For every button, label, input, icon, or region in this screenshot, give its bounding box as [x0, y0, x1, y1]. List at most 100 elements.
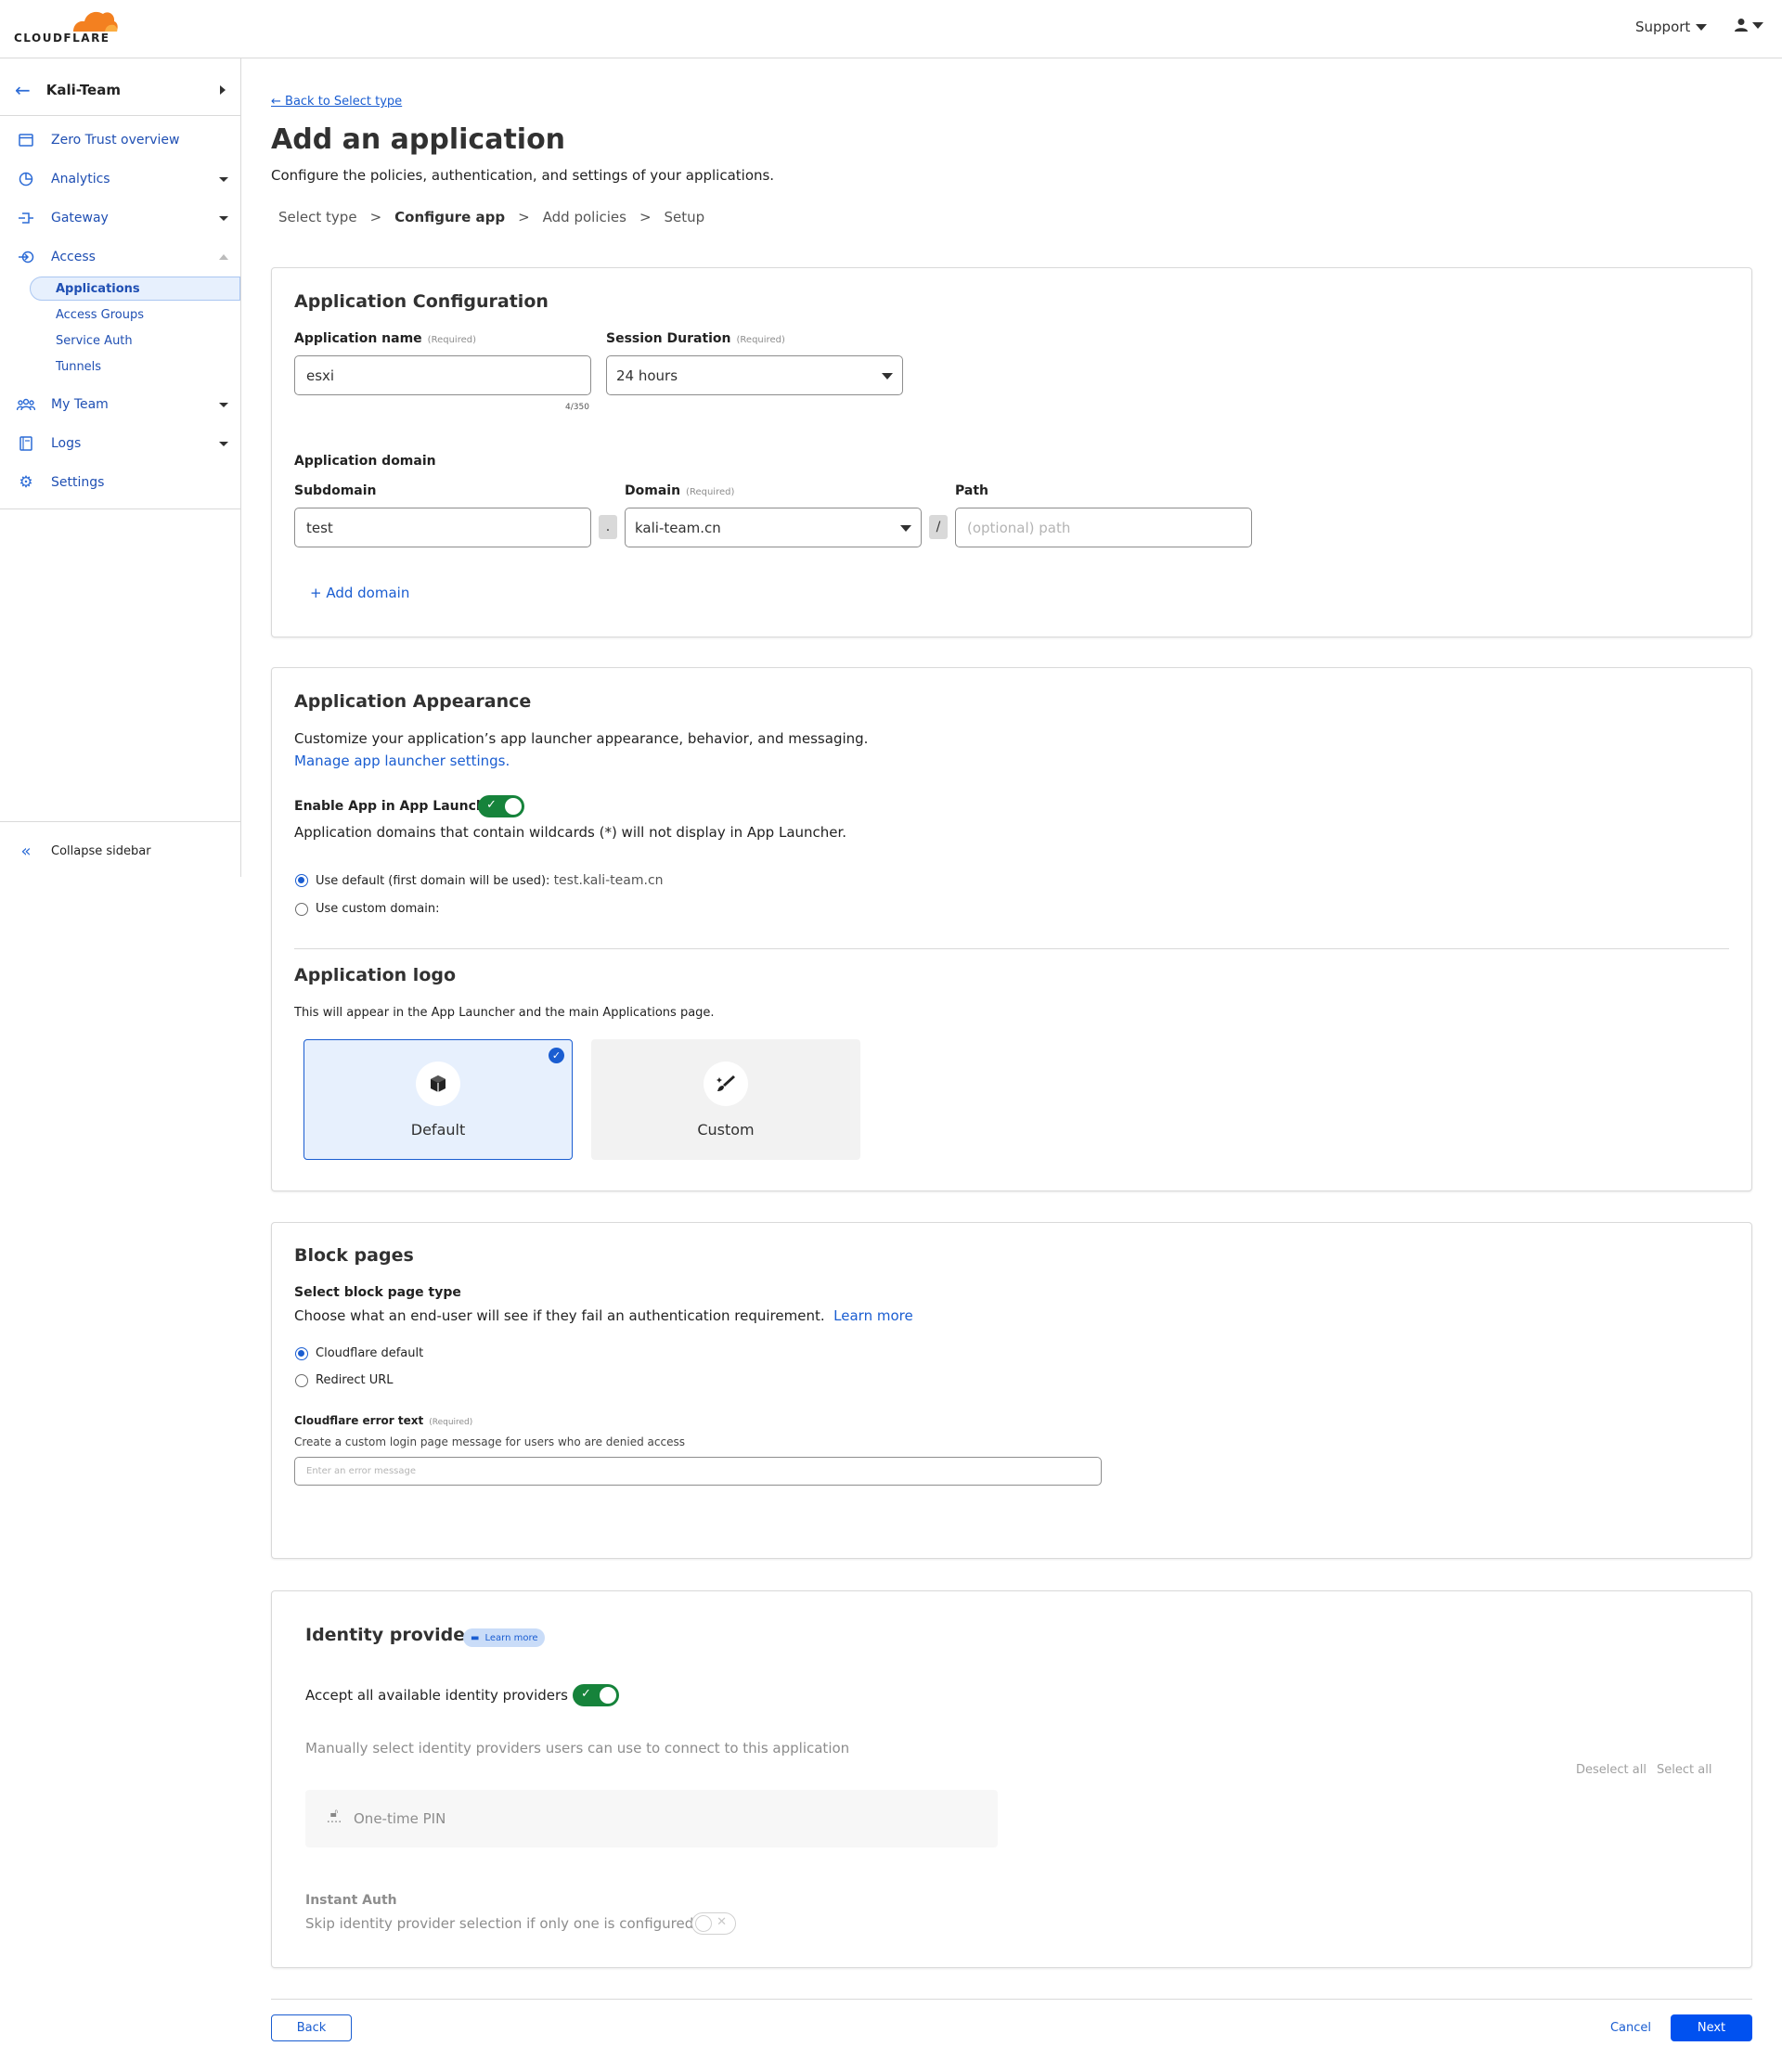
sidebar-item-gateway[interactable]: Gateway	[0, 204, 240, 232]
required-tag: (Required)	[686, 487, 735, 497]
chevron-down-icon	[219, 441, 228, 446]
application-appearance-card: Application Appearance Customize your ap…	[271, 667, 1752, 1191]
pin-lock-icon: 🔓︎ ····	[326, 1807, 342, 1830]
sidebar-item-logs[interactable]: Logs	[0, 430, 240, 457]
use-default-domain-radio[interactable]	[295, 874, 308, 887]
account-switcher[interactable]: ← Kali-Team	[0, 71, 240, 109]
back-arrow-icon[interactable]: ←	[15, 79, 31, 101]
identity-providers-card: Identity providers ▬ Learn more Accept a…	[271, 1590, 1752, 1968]
logo-option-custom[interactable]: Custom	[591, 1039, 860, 1160]
subdomain-input[interactable]: test	[294, 508, 591, 547]
back-to-select-type-link[interactable]: ← Back to Select type	[271, 95, 402, 109]
chevron-right-icon	[220, 85, 226, 95]
application-domain-heading: Application domain	[294, 454, 436, 469]
sidebar-subitem-tunnels[interactable]: Tunnels	[30, 354, 101, 379]
domain-label: Domain (Required)	[625, 483, 735, 498]
learn-more-badge[interactable]: ▬ Learn more	[463, 1628, 546, 1647]
use-custom-domain-label: Use custom domain:	[316, 902, 440, 916]
chevron-down-icon	[219, 402, 228, 407]
gateway-icon	[17, 209, 35, 227]
logs-icon	[17, 434, 35, 453]
support-menu[interactable]: Support	[1635, 19, 1708, 35]
application-logo-title: Application logo	[294, 965, 457, 985]
sidebar-subitem-service-auth[interactable]: Service Auth	[30, 328, 133, 353]
redirect-url-label: Redirect URL	[316, 1373, 394, 1387]
path-label: Path	[955, 483, 988, 498]
collapse-sidebar-button[interactable]: « Collapse sidebar	[0, 837, 240, 865]
learn-more-label: Learn more	[484, 1632, 538, 1643]
toggle-knob	[505, 798, 522, 815]
manage-app-launcher-link[interactable]: Manage app launcher settings.	[294, 753, 510, 769]
idp-label: One-time PIN	[354, 1810, 446, 1827]
double-chevron-left-icon: «	[20, 841, 32, 861]
page-title: Add an application	[271, 123, 566, 156]
toggle-knob	[600, 1687, 616, 1704]
cancel-button[interactable]: Cancel	[1602, 2014, 1659, 2041]
logo-option-default[interactable]: Default ✓	[303, 1039, 573, 1160]
application-name-input[interactable]: esxi	[294, 355, 591, 395]
input-placeholder: (optional) path	[967, 519, 1071, 536]
add-domain-button[interactable]: + Add domain	[310, 585, 409, 601]
step-add-policies: Add policies	[542, 209, 626, 225]
error-text-input[interactable]: Enter an error message	[294, 1457, 1102, 1486]
accept-all-idp-toggle[interactable]: ✓	[573, 1684, 619, 1706]
selected-check-icon: ✓	[549, 1048, 564, 1063]
required-tag: (Required)	[427, 335, 476, 345]
cube-icon	[416, 1061, 460, 1106]
step-select-type: Select type	[278, 209, 357, 225]
next-button[interactable]: Next	[1671, 2014, 1752, 2041]
error-text-label: Cloudflare error text (Required)	[294, 1414, 473, 1427]
paintbrush-icon	[704, 1061, 748, 1106]
idp-item-one-time-pin[interactable]: 🔓︎ ···· One-time PIN	[305, 1790, 998, 1847]
sidebar-item-access[interactable]: Access	[0, 243, 240, 271]
enable-app-launcher-label: Enable App in App Launcher	[294, 799, 501, 814]
session-duration-select[interactable]: 24 hours	[606, 355, 903, 395]
user-menu[interactable]	[1734, 18, 1763, 32]
chevron-down-icon	[900, 524, 911, 532]
chevron-down-icon	[219, 215, 228, 221]
sidebar-item-label: My Team	[51, 397, 109, 412]
application-configuration-card: Application Configuration Application na…	[271, 267, 1752, 637]
application-name-label: Application name (Required)	[294, 331, 476, 346]
instant-auth-toggle[interactable]: ✕	[691, 1912, 736, 1935]
sidebar-item-label: Applications	[56, 281, 140, 296]
sidebar-item-analytics[interactable]: Analytics	[0, 165, 240, 193]
select-all-button[interactable]: Select all	[1657, 1763, 1711, 1777]
cloud-icon	[73, 11, 118, 32]
appearance-description: Customize your application’s app launche…	[294, 730, 869, 747]
select-value: kali-team.cn	[635, 519, 721, 536]
divider	[0, 508, 240, 509]
user-icon	[1735, 19, 1748, 32]
path-input[interactable]: (optional) path	[955, 508, 1252, 547]
account-name: Kali-Team	[45, 82, 121, 98]
enable-app-launcher-toggle[interactable]: ✓	[478, 795, 524, 817]
section-title: Block pages	[294, 1245, 414, 1266]
domain-select[interactable]: kali-team.cn	[625, 508, 922, 547]
cloudflare-logo[interactable]: CLOUDFLARE	[13, 7, 118, 45]
char-counter: 4/350	[565, 403, 589, 412]
sidebar-subitem-applications[interactable]: Applications	[30, 277, 240, 301]
sidebar-item-label: Zero Trust overview	[51, 133, 180, 148]
step-setup: Setup	[664, 209, 705, 225]
redirect-url-radio[interactable]	[295, 1374, 308, 1387]
back-button[interactable]: Back	[271, 2014, 352, 2041]
window-icon	[17, 131, 35, 149]
sidebar-item-label: Access	[51, 250, 96, 264]
subdomain-label: Subdomain	[294, 483, 377, 498]
logo-option-label: Default	[410, 1120, 466, 1139]
select-value: 24 hours	[616, 367, 678, 384]
gear-icon: ⚙	[19, 473, 33, 492]
cloudflare-default-radio[interactable]	[295, 1347, 308, 1360]
divider	[294, 948, 1729, 949]
deselect-all-button[interactable]: Deselect all	[1576, 1763, 1646, 1777]
page-subtitle: Configure the policies, authentication, …	[271, 167, 775, 184]
default-domain-value: test.kali-team.cn	[553, 873, 664, 888]
wildcard-note: Application domains that contain wildcar…	[294, 824, 847, 841]
sidebar-subitem-access-groups[interactable]: Access Groups	[30, 302, 144, 327]
logo-option-label: Custom	[697, 1120, 755, 1139]
sidebar-item-overview[interactable]: Zero Trust overview	[0, 126, 240, 154]
sidebar-item-settings[interactable]: ⚙ Settings	[0, 469, 240, 496]
learn-more-link[interactable]: Learn more	[833, 1307, 913, 1324]
sidebar-item-my-team[interactable]: My Team	[0, 391, 240, 418]
use-custom-domain-radio[interactable]	[295, 903, 308, 916]
